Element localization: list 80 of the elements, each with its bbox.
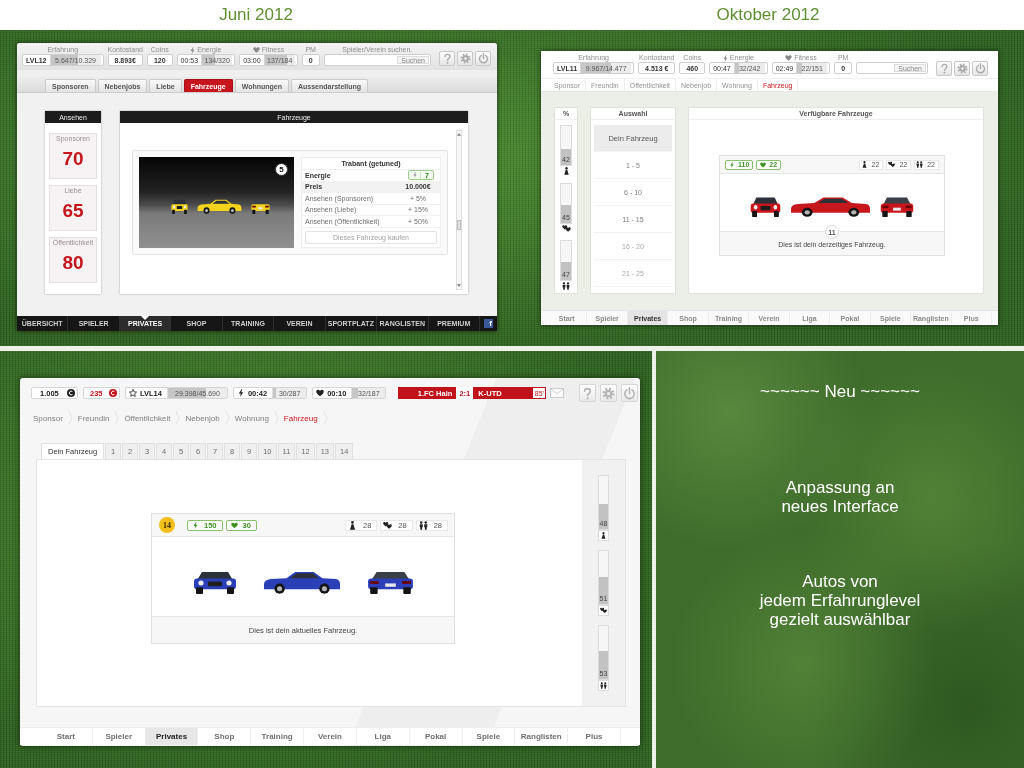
bolt-icon [729, 161, 735, 168]
feature-note: Autos von jedem Erfahrunglevel gezielt auswählbar [759, 572, 921, 629]
level-badge: 5 [275, 163, 288, 176]
nav-item[interactable]: Liga [356, 728, 410, 745]
breadcrumb-item[interactable]: Wohnung [234, 410, 284, 426]
caret-up-icon [457, 133, 461, 136]
hearts-icon [561, 225, 571, 232]
power-icon [974, 63, 986, 74]
nav-item[interactable]: Pokal [409, 728, 463, 745]
breadcrumb-item[interactable]: Nebenjob [185, 410, 235, 426]
nav-item[interactable]: Plus [568, 728, 621, 745]
bolt-icon [722, 54, 728, 62]
power-icon [623, 386, 637, 400]
nav-item[interactable]: Privates [145, 728, 199, 745]
breadcrumb-item[interactable]: Öffentlichkeit [124, 410, 186, 426]
car-rear-icon [366, 569, 414, 594]
breadcrumb-item[interactable]: Freundin [77, 410, 125, 426]
car-rear-icon [880, 195, 914, 217]
power-button[interactable] [475, 51, 491, 66]
settings-icon [602, 386, 616, 400]
hearts-icon [888, 161, 896, 168]
couple-icon [418, 520, 428, 530]
person-icon [563, 167, 569, 175]
mail-icon[interactable] [550, 388, 565, 398]
car-front-icon [171, 197, 188, 214]
reputation-value: 80 [62, 252, 84, 274]
car-rear-icon [251, 197, 270, 214]
help-button[interactable] [579, 384, 597, 402]
power-button[interactable] [621, 384, 639, 402]
help-icon [441, 53, 453, 64]
star-icon [129, 389, 137, 397]
reputation-value: 70 [62, 148, 84, 170]
nav-item[interactable]: Spieler [92, 728, 146, 745]
screenshot-caption: Oktober 2012 [716, 5, 820, 25]
breadcrumb-item[interactable]: Fahrzeug [283, 410, 333, 426]
reputation-value: 65 [62, 200, 84, 222]
heart-icon [230, 521, 238, 529]
nav-item[interactable]: Training [251, 728, 305, 745]
help-button[interactable] [936, 61, 952, 76]
power-icon [477, 53, 489, 64]
heart-icon [785, 55, 793, 61]
bolt-icon [190, 46, 196, 54]
breadcrumb-item[interactable]: Sponsor [33, 410, 78, 426]
car-front-icon [192, 569, 237, 594]
heart-icon [760, 161, 767, 168]
hearts-icon [383, 520, 393, 530]
nav-item[interactable]: Start [40, 728, 93, 745]
car-side-icon [790, 195, 871, 217]
heart-icon [316, 389, 325, 397]
bolt-icon [192, 521, 199, 529]
settings-button[interactable] [954, 61, 970, 76]
settings-button[interactable] [457, 51, 473, 66]
couple-icon [916, 161, 924, 168]
help-button[interactable] [439, 51, 455, 66]
level-badge: 14 [159, 517, 175, 533]
bolt-icon [236, 389, 245, 397]
nav-item[interactable]: Spiele [462, 728, 516, 745]
scrollbar-thumb[interactable] [457, 220, 461, 230]
nav-item[interactable]: Shop [198, 728, 252, 745]
person-icon [860, 161, 868, 168]
social-link[interactable]: f [483, 319, 493, 328]
couple-icon [562, 282, 570, 290]
car-front-icon [750, 195, 781, 217]
car-side-icon [197, 197, 242, 214]
settings-icon [459, 53, 471, 64]
help-icon [938, 63, 950, 74]
heart-icon [252, 47, 260, 53]
feature-note: Anpassung an neues Interface [781, 478, 899, 516]
section-heading: ~~~~~~ Neu ~~~~~~ [760, 382, 920, 402]
bolt-icon [413, 172, 418, 179]
person-icon [347, 520, 357, 530]
screenshot-caption: Juni 2012 [219, 5, 293, 25]
power-button[interactable] [972, 61, 988, 76]
caret-down-icon [457, 284, 461, 287]
scrollbar[interactable] [456, 130, 462, 290]
nav-item[interactable]: Verein [304, 728, 357, 745]
settings-icon [956, 63, 968, 74]
settings-button[interactable] [600, 384, 618, 402]
car-side-icon [262, 569, 341, 594]
nav-item[interactable]: Ranglisten [515, 728, 569, 745]
